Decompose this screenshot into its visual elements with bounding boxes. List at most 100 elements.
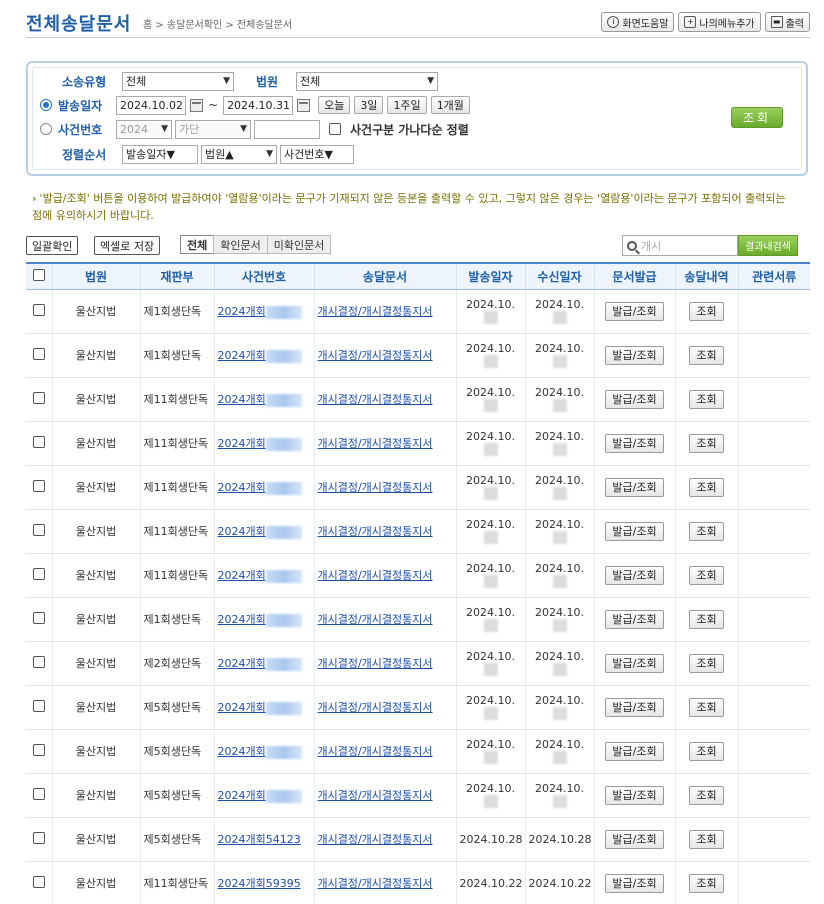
document-link[interactable]: 개시결정/개시결정통지서 bbox=[318, 525, 433, 538]
case-number-link[interactable]: 2024개회 bbox=[218, 745, 266, 758]
document-link[interactable]: 개시결정/개시결정통지서 bbox=[318, 745, 433, 758]
row-checkbox[interactable] bbox=[32, 435, 45, 448]
case-number-link[interactable]: 2024개회 bbox=[218, 393, 266, 406]
delivery-view-button[interactable]: 조회 bbox=[689, 433, 724, 453]
document-link[interactable]: 개시결정/개시결정통지서 bbox=[318, 305, 433, 318]
issue-view-button[interactable]: 발급/조회 bbox=[605, 301, 664, 321]
range-today-button[interactable]: 오늘 bbox=[318, 96, 351, 114]
issue-view-button[interactable]: 발급/조회 bbox=[605, 433, 664, 453]
sort-select-2[interactable]: 법원▲ ▼ bbox=[201, 144, 277, 164]
delivery-view-button[interactable]: 조회 bbox=[689, 829, 724, 849]
document-link[interactable]: 개시결정/개시결정통지서 bbox=[318, 833, 433, 846]
case-year-select[interactable]: 2024 ▼ bbox=[116, 119, 172, 139]
document-link[interactable]: 개시결정/개시결정통지서 bbox=[318, 569, 433, 582]
issue-view-button[interactable]: 발급/조회 bbox=[605, 521, 664, 541]
row-checkbox[interactable] bbox=[32, 391, 45, 404]
case-number-link[interactable]: 2024개회 bbox=[218, 789, 266, 802]
sort-select-1[interactable]: 발송일자▼ bbox=[122, 144, 198, 164]
issue-view-button[interactable]: 발급/조회 bbox=[605, 565, 664, 585]
delivery-view-button[interactable]: 조회 bbox=[689, 785, 724, 805]
delivery-view-button[interactable]: 조회 bbox=[689, 653, 724, 673]
row-checkbox[interactable] bbox=[32, 523, 45, 536]
case-number-link[interactable]: 2024개회 bbox=[218, 525, 266, 538]
tab-unconfirmed[interactable]: 미확인문서 bbox=[266, 235, 332, 254]
issue-view-button[interactable]: 발급/조회 bbox=[605, 697, 664, 717]
delivery-view-button[interactable]: 조회 bbox=[689, 521, 724, 541]
document-link[interactable]: 개시결정/개시결정통지서 bbox=[318, 877, 433, 890]
case-number-link[interactable]: 2024개회 bbox=[218, 437, 266, 450]
issue-view-button[interactable]: 발급/조회 bbox=[605, 477, 664, 497]
document-link[interactable]: 개시결정/개시결정통지서 bbox=[318, 437, 433, 450]
row-checkbox[interactable] bbox=[32, 303, 45, 316]
range-1week-button[interactable]: 1주일 bbox=[387, 96, 427, 114]
help-button[interactable]: i 화면도움말 bbox=[601, 12, 675, 32]
case-number-link[interactable]: 2024개회 bbox=[218, 701, 266, 714]
row-checkbox[interactable] bbox=[32, 787, 45, 800]
document-link[interactable]: 개시결정/개시결정통지서 bbox=[318, 393, 433, 406]
case-number-link[interactable]: 2024개회59395 bbox=[218, 877, 301, 890]
delivery-view-button[interactable]: 조회 bbox=[689, 345, 724, 365]
litigation-type-select[interactable]: 전체 ▼ bbox=[122, 71, 234, 91]
issue-view-button[interactable]: 발급/조회 bbox=[605, 609, 664, 629]
row-checkbox[interactable] bbox=[32, 831, 45, 844]
delivery-view-button[interactable]: 조회 bbox=[689, 477, 724, 497]
range-1month-button[interactable]: 1개월 bbox=[430, 96, 470, 114]
range-3days-button[interactable]: 3일 bbox=[354, 96, 384, 114]
date-from-input[interactable]: 2024.10.02 bbox=[116, 95, 186, 115]
document-link[interactable]: 개시결정/개시결정통지서 bbox=[318, 613, 433, 626]
issue-view-button[interactable]: 발급/조회 bbox=[605, 653, 664, 673]
case-number-link[interactable]: 2024개회 bbox=[218, 305, 266, 318]
delivery-view-button[interactable]: 조회 bbox=[689, 741, 724, 761]
add-my-menu-button[interactable]: + 나의메뉴추가 bbox=[678, 12, 761, 32]
row-checkbox[interactable] bbox=[32, 655, 45, 668]
row-checkbox[interactable] bbox=[32, 567, 45, 580]
case-sort-checkbox[interactable] bbox=[329, 123, 341, 135]
calendar-icon[interactable] bbox=[297, 98, 311, 112]
case-number-link[interactable]: 2024개회 bbox=[218, 481, 266, 494]
delivery-view-button[interactable]: 조회 bbox=[689, 697, 724, 717]
row-checkbox[interactable] bbox=[32, 743, 45, 756]
case-number-input[interactable] bbox=[254, 119, 320, 139]
issue-view-button[interactable]: 발급/조회 bbox=[605, 829, 664, 849]
send-date-radio[interactable] bbox=[40, 99, 52, 111]
query-button[interactable]: 조회 bbox=[731, 107, 783, 128]
delivery-view-button[interactable]: 조회 bbox=[689, 873, 724, 893]
document-link[interactable]: 개시결정/개시결정통지서 bbox=[318, 657, 433, 670]
case-number-link[interactable]: 2024개회54123 bbox=[218, 833, 301, 846]
result-search-button[interactable]: 결과내검색 bbox=[738, 235, 798, 256]
court-select[interactable]: 전체 ▼ bbox=[296, 71, 438, 91]
row-checkbox[interactable] bbox=[32, 699, 45, 712]
case-type-select[interactable]: 가단 ▼ bbox=[175, 119, 251, 139]
delivery-view-button[interactable]: 조회 bbox=[689, 389, 724, 409]
sort-select-3[interactable]: 사건번호▼ bbox=[280, 144, 354, 164]
document-link[interactable]: 개시결정/개시결정통지서 bbox=[318, 789, 433, 802]
calendar-icon[interactable] bbox=[190, 98, 203, 112]
row-checkbox[interactable] bbox=[32, 611, 45, 624]
case-number-link[interactable]: 2024개회 bbox=[218, 349, 266, 362]
issue-view-button[interactable]: 발급/조회 bbox=[605, 873, 664, 893]
result-search-input[interactable]: 개시 bbox=[622, 235, 738, 256]
case-number-link[interactable]: 2024개회 bbox=[218, 613, 266, 626]
document-link[interactable]: 개시결정/개시결정통지서 bbox=[318, 701, 433, 714]
delivery-view-button[interactable]: 조회 bbox=[689, 565, 724, 585]
case-number-link[interactable]: 2024개회 bbox=[218, 657, 266, 670]
print-button[interactable]: ▬ 출력 bbox=[764, 12, 810, 32]
bulk-confirm-button[interactable]: 일괄확인 bbox=[26, 236, 79, 255]
issue-view-button[interactable]: 발급/조회 bbox=[605, 741, 664, 761]
case-number-link[interactable]: 2024개회 bbox=[218, 569, 266, 582]
excel-save-button[interactable]: 엑셀로 저장 bbox=[94, 236, 161, 255]
issue-view-button[interactable]: 발급/조회 bbox=[605, 389, 664, 409]
document-link[interactable]: 개시결정/개시결정통지서 bbox=[318, 481, 433, 494]
case-number-radio[interactable] bbox=[40, 123, 52, 135]
issue-view-button[interactable]: 발급/조회 bbox=[605, 785, 664, 805]
row-checkbox[interactable] bbox=[32, 479, 45, 492]
document-link[interactable]: 개시결정/개시결정통지서 bbox=[318, 349, 433, 362]
tab-all[interactable]: 전체 bbox=[180, 235, 215, 254]
delivery-view-button[interactable]: 조회 bbox=[689, 609, 724, 629]
row-checkbox[interactable] bbox=[32, 875, 45, 888]
row-checkbox[interactable] bbox=[32, 347, 45, 360]
tab-confirmed[interactable]: 확인문서 bbox=[213, 235, 268, 254]
delivery-view-button[interactable]: 조회 bbox=[689, 301, 724, 321]
issue-view-button[interactable]: 발급/조회 bbox=[605, 345, 664, 365]
date-to-input[interactable]: 2024.10.31 bbox=[223, 95, 294, 115]
